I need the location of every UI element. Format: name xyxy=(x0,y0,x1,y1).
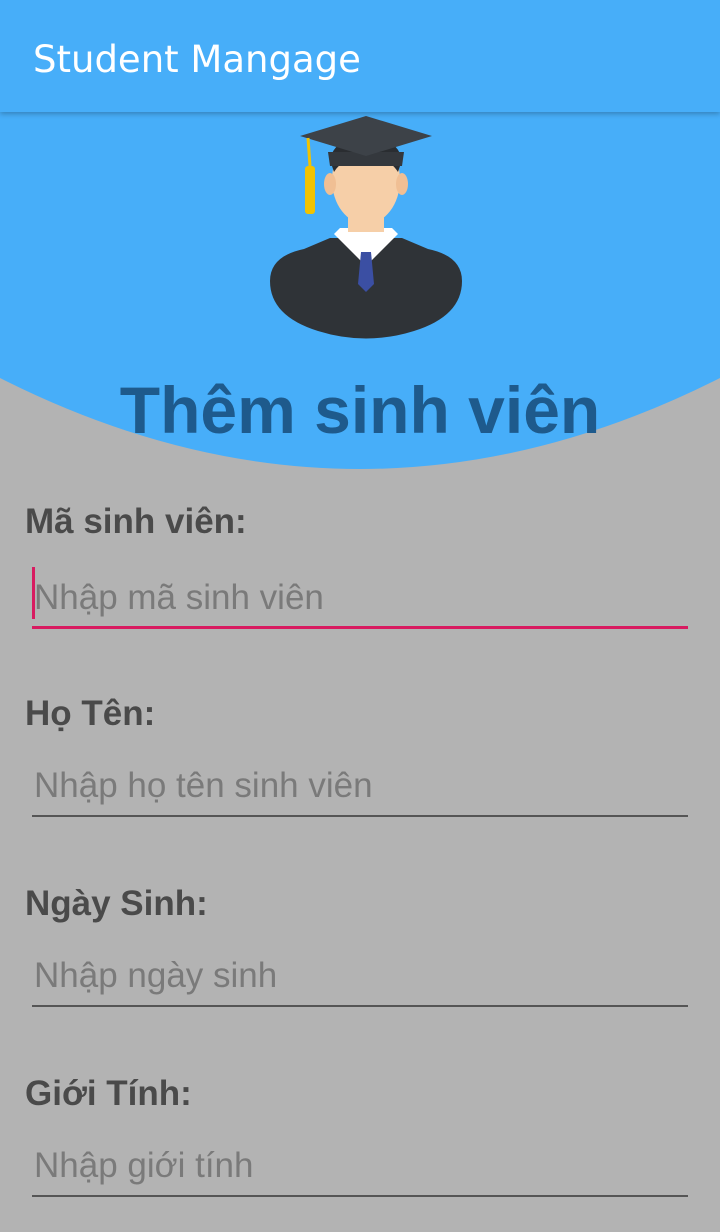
app-bar: Student Mangage xyxy=(0,0,720,112)
page-title: Thêm sinh viên xyxy=(119,373,601,447)
student-id-input[interactable] xyxy=(32,565,688,629)
student-id-label: Mã sinh viên: xyxy=(25,502,247,541)
graduate-student-icon xyxy=(264,116,468,340)
birth-date-label: Ngày Sinh: xyxy=(25,884,208,923)
full-name-label: Họ Tên: xyxy=(25,694,156,733)
app-title: Student Mangage xyxy=(33,38,361,81)
gender-input[interactable] xyxy=(32,1133,688,1197)
text-cursor xyxy=(32,567,35,619)
gender-label: Giới Tính: xyxy=(25,1074,192,1113)
birth-date-input[interactable] xyxy=(32,943,688,1007)
full-name-input[interactable] xyxy=(32,753,688,817)
